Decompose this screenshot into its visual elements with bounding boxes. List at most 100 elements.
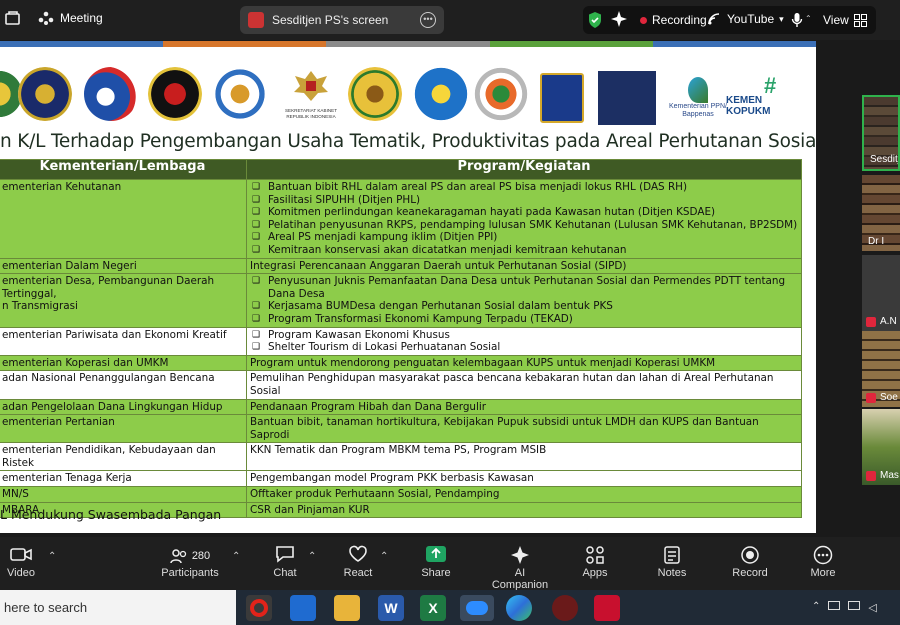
encryption-shield-icon[interactable] bbox=[587, 11, 603, 29]
ministry-cell: adan Nasional Penanggulangan Bencana bbox=[0, 370, 247, 400]
notes-button[interactable]: Notes bbox=[656, 545, 688, 579]
system-tray: ⌃ ◁ bbox=[812, 601, 877, 614]
tray-chevron-icon[interactable]: ⌃ bbox=[812, 601, 820, 614]
chat-options-chevron-icon[interactable]: ⌃ bbox=[308, 551, 316, 562]
program-bullet-item: Areal PS menjadi kampung iklim (Ditjen P… bbox=[250, 231, 798, 244]
muted-mic-icon bbox=[866, 393, 876, 403]
table-row: ementerian Koperasi dan UMKM Program untu… bbox=[0, 354, 802, 372]
recording-controls: Recording YouTube ▾ ⌃ View bbox=[583, 6, 876, 34]
participant-name: A.N bbox=[880, 316, 897, 327]
table-row: ementerian KehutananBantuan bibit RHL da… bbox=[0, 179, 802, 259]
notes-label: Notes bbox=[657, 567, 687, 579]
program-cell: Program Kawasan Ekonomi KhususShelter To… bbox=[246, 326, 802, 356]
logo-emblem-3 bbox=[84, 67, 138, 121]
record-icon bbox=[732, 545, 768, 567]
youtube-live-status[interactable]: YouTube ▾ bbox=[708, 12, 784, 26]
ministry-cell: ementerian Dalam Negeri bbox=[0, 257, 247, 275]
kemenkop-logo-text: KEMEN KOPUKM bbox=[726, 95, 771, 117]
share-button[interactable]: Share bbox=[420, 545, 452, 579]
logo-setkab: SEKRETARIAT KABINET REPUBLIK INDONESIA bbox=[280, 69, 342, 125]
program-bullet-item: Program Kawasan Ekonomi Khusus bbox=[250, 329, 798, 342]
meeting-control-bar: Video ⌃ 280 Participants ⌃ Chat ⌃ React … bbox=[0, 537, 900, 591]
video-label: Video bbox=[7, 567, 35, 579]
record-button[interactable]: Record bbox=[732, 545, 768, 579]
table-row: ementerian Pariwisata dan Ekonomi Kreati… bbox=[0, 326, 802, 356]
program-bullet-item: Kemitraan konservasi akan dicatatkan men… bbox=[250, 244, 798, 257]
program-bullet-item: Pelatihan penyusunan RKPS, pendamping lu… bbox=[250, 219, 798, 232]
more-dots-icon bbox=[808, 545, 838, 567]
youtube-label: YouTube bbox=[727, 12, 775, 26]
shared-screen-slide: SEKRETARIAT KABINET REPUBLIK INDONESIA K… bbox=[0, 47, 816, 533]
opera-browser-icon[interactable] bbox=[246, 595, 272, 621]
meeting-menu[interactable]: Meeting bbox=[38, 10, 103, 26]
network-icon[interactable] bbox=[848, 601, 861, 610]
chat-button[interactable]: Chat bbox=[270, 545, 300, 579]
react-options-chevron-icon[interactable]: ⌃ bbox=[380, 551, 388, 562]
table-row: ementerian Dalam Negeri Integrasi Perenca… bbox=[0, 257, 802, 275]
taskbar-search-placeholder: here to search bbox=[4, 600, 88, 615]
file-explorer-icon[interactable] bbox=[334, 595, 360, 621]
monitor-icon[interactable] bbox=[828, 601, 841, 610]
ai-companion-button[interactable]: AI Companion bbox=[486, 545, 554, 591]
react-label: React bbox=[343, 567, 373, 579]
zoom-app-icon[interactable] bbox=[460, 595, 494, 621]
ministry-logos-row: SEKRETARIAT KABINET REPUBLIK INDONESIA K… bbox=[0, 57, 816, 127]
mcafee-icon[interactable] bbox=[594, 595, 620, 621]
view-grid-icon bbox=[853, 13, 867, 27]
recording-status[interactable]: Recording bbox=[640, 13, 707, 27]
column-header-ministry: Kementerian/Lembaga bbox=[0, 159, 247, 180]
excel-icon[interactable]: X bbox=[420, 595, 446, 621]
app-icon-red[interactable] bbox=[552, 595, 578, 621]
react-button[interactable]: React bbox=[343, 545, 373, 579]
word-icon[interactable]: W bbox=[378, 595, 404, 621]
program-cell: Pengembangan model Program PKK berbasis … bbox=[246, 470, 802, 488]
screen-share-label: Sesditjen PS's screen bbox=[272, 13, 389, 27]
program-bullet-item: Fasilitasi SIPUHH (Ditjen PHL) bbox=[250, 194, 798, 207]
microphone-icon[interactable] bbox=[791, 12, 803, 28]
mail-icon[interactable] bbox=[290, 595, 316, 621]
participants-button[interactable]: 280 Participants bbox=[160, 545, 220, 579]
more-options-icon[interactable]: ••• bbox=[420, 12, 436, 28]
view-menu[interactable]: View bbox=[823, 13, 867, 27]
ai-sparkle-icon[interactable] bbox=[611, 11, 627, 27]
participant-tile[interactable]: Sesditjen bbox=[862, 95, 900, 171]
apps-label: Apps bbox=[582, 567, 608, 579]
logo-emblem-10 bbox=[540, 73, 584, 123]
program-cell: Offtaker produk Perhutaann Sosial, Penda… bbox=[246, 486, 802, 503]
edge-browser-icon[interactable] bbox=[506, 595, 532, 621]
table-row: adan Nasional Penanggulangan Bencana Pemu… bbox=[0, 370, 802, 400]
security-shield-icon[interactable] bbox=[4, 10, 22, 28]
heart-icon bbox=[343, 545, 373, 567]
record-label: Record bbox=[732, 567, 768, 579]
mic-options-chevron-icon[interactable]: ⌃ bbox=[805, 14, 812, 23]
windows-taskbar: here to search W X ⌃ ◁ bbox=[0, 590, 900, 625]
logo-emblem-5 bbox=[213, 67, 267, 121]
screen-share-indicator[interactable]: Sesditjen PS's screen ••• bbox=[240, 6, 444, 34]
table-row: ementerian Pertanian Bantuan bibit, tanam… bbox=[0, 414, 802, 444]
participant-tile[interactable]: Mas bbox=[862, 409, 900, 485]
table-row: ementerian Desa, Pembangunan Daerah Tert… bbox=[0, 273, 802, 328]
program-cell: Bantuan bibit, tanaman hortikultura, Keb… bbox=[246, 414, 802, 444]
participant-tile[interactable]: Soe bbox=[862, 331, 900, 407]
notes-icon bbox=[656, 545, 688, 567]
more-button[interactable]: More bbox=[808, 545, 838, 579]
participants-options-chevron-icon[interactable]: ⌃ bbox=[232, 551, 240, 562]
apps-button[interactable]: Apps bbox=[580, 545, 610, 579]
participant-name: Dr I bbox=[868, 236, 885, 247]
sharer-avatar bbox=[248, 12, 264, 28]
video-button[interactable]: Video bbox=[6, 545, 36, 579]
program-bullet-item: Bantuan bibit RHL dalam areal PS dan are… bbox=[250, 181, 798, 194]
meeting-info-icon bbox=[38, 11, 54, 25]
program-cell: Program untuk mendorong penguatan kelemb… bbox=[246, 354, 802, 372]
participant-tile[interactable]: A.N bbox=[862, 255, 900, 331]
ministry-cell: ementerian Desa, Pembangunan Daerah Tert… bbox=[0, 273, 247, 328]
taskbar-search-box[interactable]: here to search bbox=[0, 590, 236, 625]
share-label: Share bbox=[421, 567, 451, 579]
kemenkop-hash-icon: # bbox=[764, 73, 777, 98]
share-screen-icon bbox=[420, 545, 452, 567]
participant-tile[interactable]: Dr I bbox=[862, 175, 900, 251]
video-options-chevron-icon[interactable]: ⌃ bbox=[48, 551, 56, 562]
volume-icon[interactable]: ◁ bbox=[868, 601, 876, 614]
logo-emblem-11 bbox=[598, 71, 656, 125]
recording-label: Recording bbox=[652, 13, 707, 27]
